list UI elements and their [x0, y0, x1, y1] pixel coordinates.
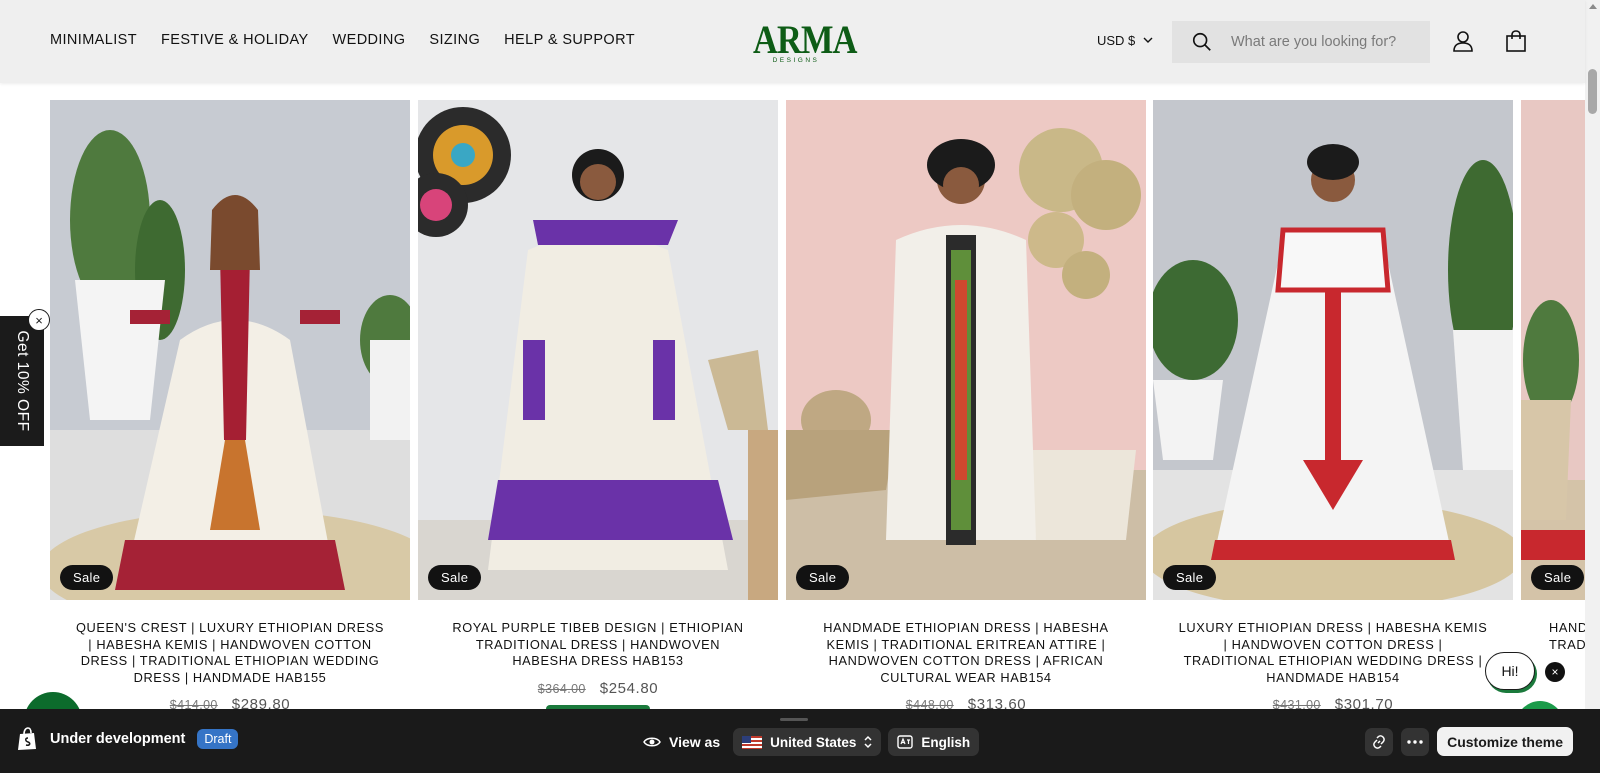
- nav-help-support[interactable]: HELP & SUPPORT: [504, 32, 635, 48]
- compare-at-price: $431.00: [1272, 698, 1321, 709]
- product-title[interactable]: QUEEN'S CREST | LUXURY ETHIOPIAN DRESS |…: [50, 620, 410, 686]
- chat-greeting-bubble[interactable]: Hi!: [1485, 652, 1535, 690]
- nav-festive-holiday[interactable]: FESTIVE & HOLIDAY: [161, 32, 309, 48]
- product-price: $364.00 $254.80: [418, 680, 778, 697]
- view-as-text: View as: [669, 734, 721, 750]
- page-scrollbar[interactable]: [1585, 0, 1600, 709]
- product-image[interactable]: Sale: [1153, 100, 1513, 600]
- discount-side-tab[interactable]: Get 10% OFF: [0, 316, 44, 446]
- link-icon: [1373, 734, 1385, 749]
- product-price: $414.00 $289.80: [50, 696, 410, 709]
- product-image[interactable]: Sale: [50, 100, 410, 600]
- cart-icon[interactable]: [1503, 28, 1529, 54]
- customize-theme-button[interactable]: Customize theme: [1437, 727, 1573, 756]
- product-title[interactable]: LUXURY ETHIOPIAN DRESS | HABESHA KEMIS |…: [1153, 620, 1513, 686]
- search-input[interactable]: [1231, 34, 1421, 50]
- product-card[interactable]: Sale ROYAL PURPLE TIBEB DESIGN | ETHIOPI…: [418, 100, 778, 709]
- compare-at-price: $414.00: [169, 698, 218, 709]
- nav-sizing[interactable]: SIZING: [429, 32, 480, 48]
- product-image[interactable]: Sale: [418, 100, 778, 600]
- country-selector[interactable]: United States: [733, 728, 882, 756]
- us-flag-icon: [742, 735, 763, 749]
- product-price: $448.00 $313.60: [786, 696, 1146, 709]
- sale-badge: Sale: [60, 565, 114, 590]
- sale-badge: Sale: [1531, 565, 1585, 590]
- sale-badge: Sale: [428, 565, 482, 590]
- close-icon[interactable]: ×: [1545, 662, 1565, 682]
- nav-wedding[interactable]: WEDDING: [333, 32, 406, 48]
- compare-at-price: $448.00: [905, 698, 954, 709]
- account-icon[interactable]: [1450, 28, 1476, 54]
- copy-link-button[interactable]: [1365, 727, 1394, 756]
- product-carousel: Sale QUEEN'S CREST | LUXURY ETHIOPIAN DR…: [0, 83, 1585, 709]
- product-card[interactable]: Sale HANDMADE ETHIOPIAN DRESS | TRADITIO…: [1521, 100, 1585, 653]
- chevron-down-icon: [1143, 37, 1153, 43]
- sale-price: $301.70: [1334, 696, 1394, 709]
- search-icon[interactable]: [1191, 31, 1213, 53]
- sale-badge: Sale: [1163, 565, 1217, 590]
- product-card[interactable]: Sale LUXURY ETHIOPIAN DRESS | HABESHA KE…: [1153, 100, 1513, 709]
- search-bar[interactable]: [1172, 21, 1430, 63]
- site-header: MINIMALIST FESTIVE & HOLIDAY WEDDING SIZ…: [0, 0, 1585, 83]
- site-logo[interactable]: ARMA DESIGNS: [746, 17, 857, 65]
- nav-minimalist[interactable]: MINIMALIST: [50, 32, 137, 48]
- product-price: $431.00 $301.70: [1153, 696, 1513, 709]
- shopify-bag-icon: [18, 727, 36, 750]
- main-nav: MINIMALIST FESTIVE & HOLIDAY WEDDING SIZ…: [50, 32, 635, 48]
- sale-badge: Sale: [796, 565, 850, 590]
- scroll-up-arrow-icon[interactable]: [1589, 4, 1597, 9]
- country-label: United States: [770, 734, 857, 750]
- scroll-thumb[interactable]: [1588, 69, 1597, 114]
- product-title[interactable]: ROYAL PURPLE TIBEB DESIGN | ETHIOPIAN TR…: [418, 620, 778, 670]
- status-text: Under development: [50, 731, 186, 747]
- product-title[interactable]: HANDMADE ETHIOPIAN DRESS | TRADITIONAL: [1521, 620, 1585, 653]
- preview-actions: Customize theme: [1365, 727, 1573, 756]
- preview-controls: View as United States English: [643, 728, 980, 756]
- sale-price: $289.80: [231, 696, 291, 709]
- product-card[interactable]: Sale QUEEN'S CREST | LUXURY ETHIOPIAN DR…: [50, 100, 410, 709]
- close-icon[interactable]: ×: [28, 309, 50, 331]
- status-badge: Draft: [197, 729, 239, 749]
- translate-icon: [897, 735, 914, 749]
- language-label: English: [921, 734, 971, 750]
- preview-status: Under development Draft: [16, 727, 239, 751]
- drag-handle[interactable]: [780, 718, 808, 721]
- product-title[interactable]: HANDMADE ETHIOPIAN DRESS | HABESHA KEMIS…: [786, 620, 1146, 686]
- theme-preview-bar: Under development Draft View as United S…: [0, 709, 1600, 773]
- currency-selector[interactable]: USD $: [1097, 33, 1153, 48]
- chevron-up-down-icon: [864, 735, 872, 749]
- sale-price: $254.80: [599, 679, 659, 697]
- currency-label: USD $: [1097, 33, 1136, 48]
- ellipsis-icon: [1407, 739, 1423, 744]
- language-selector[interactable]: English: [888, 728, 980, 756]
- product-image[interactable]: Sale: [1521, 100, 1585, 600]
- logo-wordmark: ARMA: [753, 17, 857, 62]
- compare-at-price: $364.00: [537, 681, 586, 696]
- view-as-label: View as: [643, 734, 720, 750]
- sale-price: $313.60: [967, 696, 1027, 709]
- discount-tab-label: Get 10% OFF: [14, 330, 31, 432]
- product-image[interactable]: Sale: [786, 100, 1146, 600]
- more-options-button[interactable]: [1401, 727, 1430, 756]
- eye-icon: [643, 737, 661, 747]
- product-card[interactable]: Sale HANDMADE ETHIOPIAN DRESS | HABESHA …: [786, 100, 1146, 709]
